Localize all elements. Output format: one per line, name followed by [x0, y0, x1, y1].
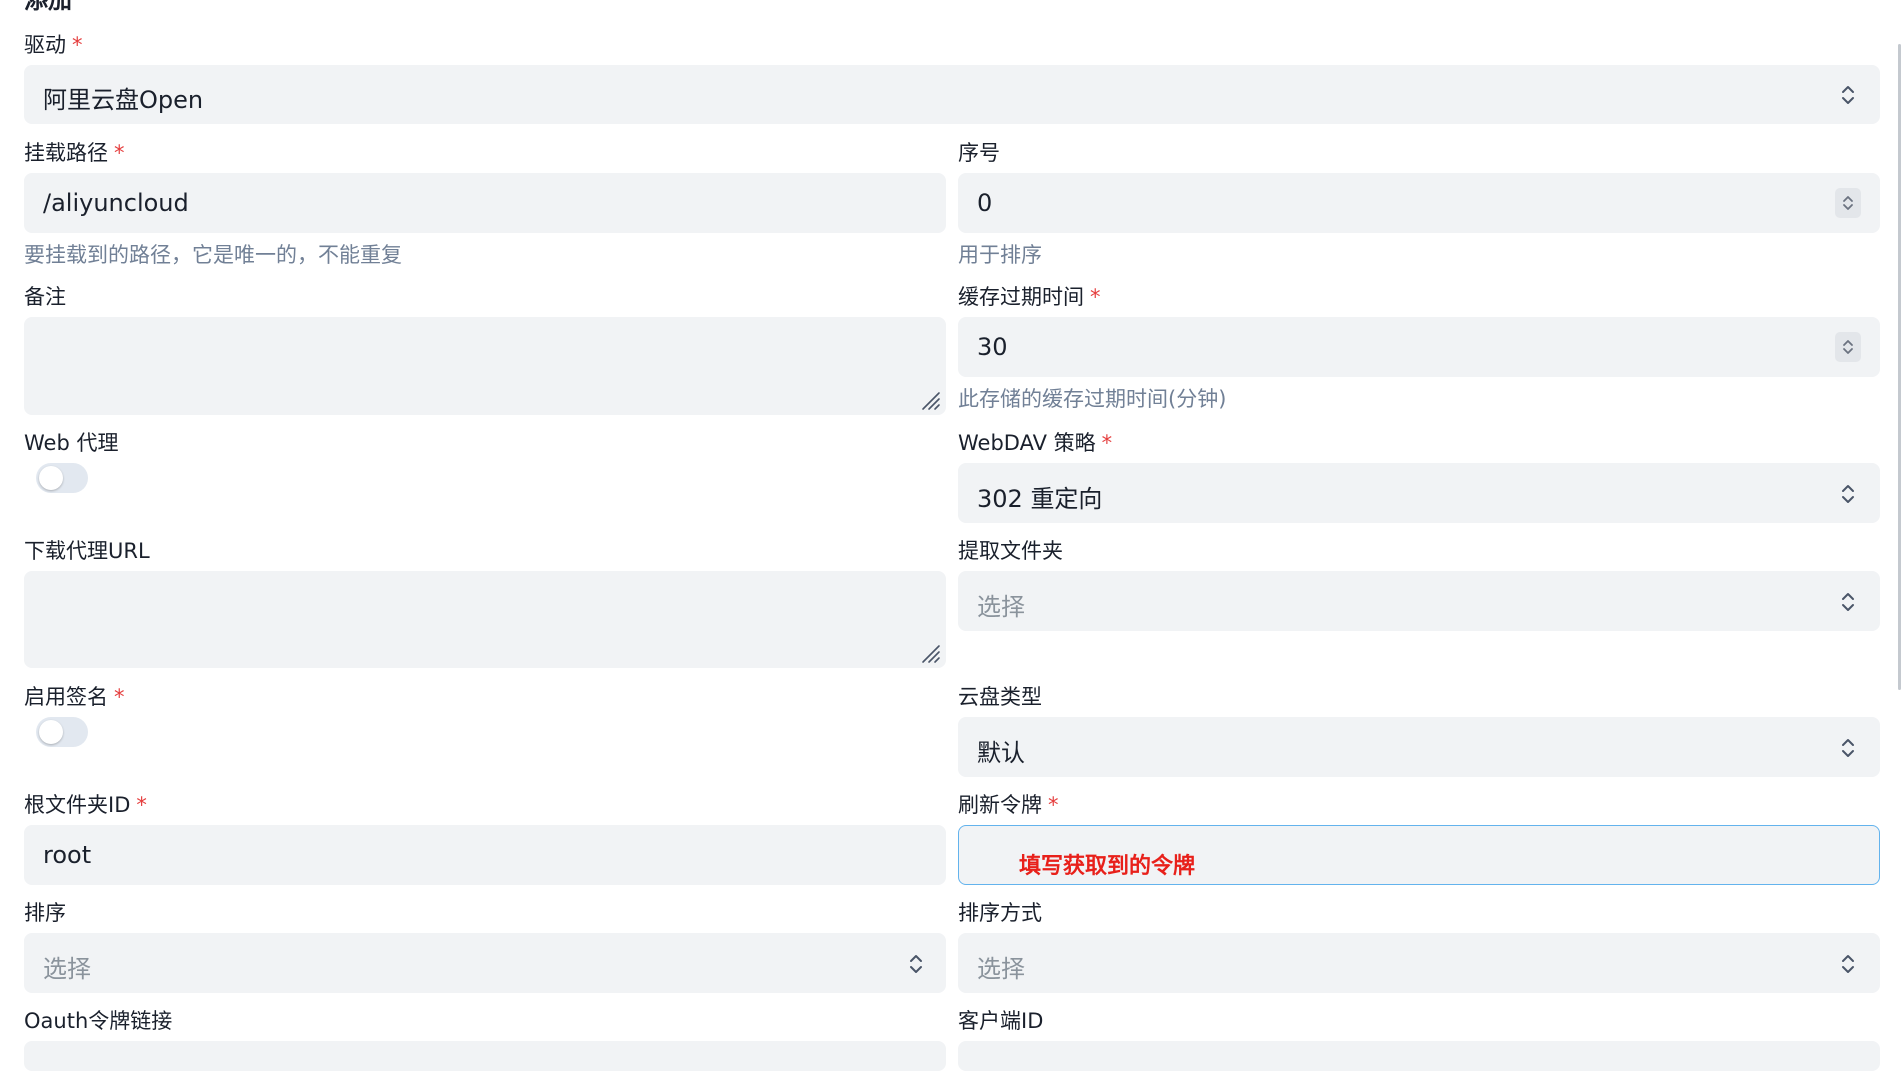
chevron-up-down-icon — [1842, 593, 1854, 611]
cache-expiration-stepper[interactable] — [1835, 332, 1861, 362]
order-label: 序号 — [958, 141, 1000, 165]
stepper-arrows-icon — [1843, 340, 1853, 354]
cache-expiration-value: 30 — [977, 333, 1008, 361]
chevron-up-down-icon — [910, 955, 922, 973]
order-number-input[interactable]: 0 — [958, 173, 1880, 233]
order-direction-select[interactable]: 选择 — [958, 933, 1880, 993]
order-direction-label: 排序方式 — [958, 901, 1042, 925]
oauth-token-url-input[interactable] — [24, 1041, 946, 1071]
driver-label: 驱动 * — [24, 33, 83, 57]
scrollbar-thumb[interactable] — [1898, 44, 1901, 690]
extract-folder-select[interactable]: 选择 — [958, 571, 1880, 631]
chevron-up-down-icon — [1842, 739, 1854, 757]
chevron-up-down-icon — [1842, 485, 1854, 503]
driver-select-value: 阿里云盘Open — [43, 86, 204, 114]
download-proxy-url-label: 下载代理URL — [24, 539, 150, 563]
root-folder-id-input[interactable]: root — [24, 825, 946, 885]
driver-select[interactable]: 阿里云盘Open — [24, 65, 1880, 124]
mount-path-input[interactable]: /aliyuncloud — [24, 173, 946, 233]
page-title: 添加 — [24, 0, 72, 14]
cache-expiration-input[interactable]: 30 — [958, 317, 1880, 377]
page-scrollbar[interactable] — [1896, 0, 1904, 1063]
mount-path-label: 挂载路径 * — [24, 141, 125, 165]
required-mark: * — [72, 33, 83, 57]
toggle-knob — [39, 720, 63, 744]
refresh-token-label: 刷新令牌 * — [958, 793, 1059, 817]
required-mark: * — [1101, 431, 1113, 455]
required-mark: * — [1048, 793, 1059, 817]
order-stepper[interactable] — [1835, 188, 1861, 218]
client-id-label: 客户端ID — [958, 1009, 1044, 1033]
webdav-policy-value: 302 重定向 — [977, 485, 1103, 513]
webdav-policy-label: WebDAV 策略 * — [958, 431, 1113, 455]
remark-label: 备注 — [24, 285, 66, 309]
oauth-token-url-label: Oauth令牌链接 — [24, 1009, 173, 1033]
remark-textarea[interactable] — [24, 317, 946, 415]
drive-type-value: 默认 — [977, 739, 1025, 767]
order-by-select[interactable]: 选择 — [24, 933, 946, 993]
webdav-policy-select[interactable]: 302 重定向 — [958, 463, 1880, 523]
storage-add-form: 添加 驱动 * 阿里云盘Open 挂载路径 * /aliyuncloud 要挂载到的… — [0, 0, 1904, 1071]
drive-type-select[interactable]: 默认 — [958, 717, 1880, 777]
cache-expiration-hint: 此存储的缓存过期时间(分钟) — [958, 387, 1227, 411]
order-direction-placeholder: 选择 — [977, 955, 1025, 983]
resize-grip-icon[interactable] — [919, 389, 941, 411]
extract-folder-placeholder: 选择 — [977, 593, 1025, 621]
client-id-input[interactable] — [958, 1041, 1880, 1071]
chevron-up-down-icon — [1842, 86, 1854, 104]
order-by-placeholder: 选择 — [43, 955, 91, 983]
resize-grip-icon[interactable] — [919, 642, 941, 664]
mount-path-value: /aliyuncloud — [43, 189, 189, 217]
toggle-knob — [39, 466, 63, 490]
web-proxy-label: Web 代理 — [24, 431, 119, 455]
order-value: 0 — [977, 189, 993, 217]
stepper-arrows-icon — [1843, 196, 1853, 210]
chevron-up-down-icon — [1842, 955, 1854, 973]
extract-folder-label: 提取文件夹 — [958, 539, 1063, 563]
download-proxy-url-textarea[interactable] — [24, 571, 946, 668]
web-proxy-toggle[interactable] — [36, 463, 88, 493]
refresh-token-annotation: 填写获取到的令牌 — [1019, 854, 1196, 879]
refresh-token-input[interactable]: 填写获取到的令牌 — [958, 825, 1880, 885]
enable-sign-toggle[interactable] — [36, 717, 88, 747]
required-mark: * — [136, 793, 147, 817]
required-mark: * — [114, 685, 125, 709]
mount-path-hint: 要挂载到的路径，它是唯一的，不能重复 — [24, 243, 402, 267]
order-hint: 用于排序 — [958, 243, 1042, 267]
root-folder-id-label: 根文件夹ID * — [24, 793, 147, 817]
cache-expiration-label: 缓存过期时间 * — [958, 285, 1101, 309]
root-folder-id-value: root — [43, 841, 92, 869]
required-mark: * — [1090, 285, 1101, 309]
enable-sign-label: 启用签名 * — [24, 685, 125, 709]
drive-type-label: 云盘类型 — [958, 685, 1042, 709]
required-mark: * — [114, 141, 125, 165]
order-by-label: 排序 — [24, 901, 66, 925]
